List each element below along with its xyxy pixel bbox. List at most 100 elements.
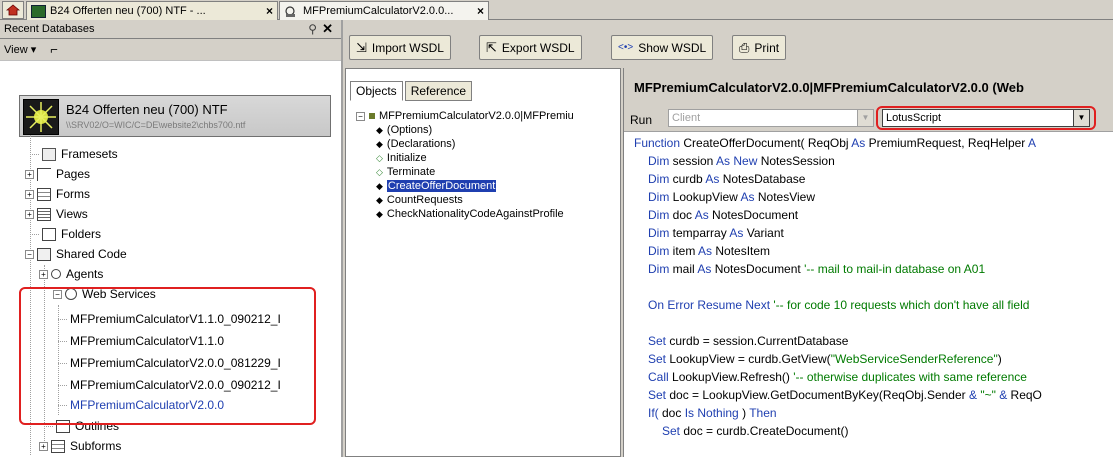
toolbar: ⇲ Import WSDL ⇱ Export WSDL <•> Show WSD… bbox=[345, 20, 1113, 68]
object-item[interactable]: ◆ (Options) bbox=[376, 123, 432, 137]
object-item[interactable]: ◇ Initialize bbox=[376, 151, 427, 165]
object-item[interactable]: ◆ (Declarations) bbox=[376, 137, 455, 151]
code-line[interactable]: Dim session As New NotesSession bbox=[648, 152, 835, 170]
tree-label: Shared Code bbox=[56, 247, 127, 261]
code-token: Set bbox=[648, 388, 670, 402]
show-wsdl-label: Show WSDL bbox=[638, 40, 707, 55]
tree-item-subforms[interactable]: + Subforms bbox=[39, 436, 121, 456]
collapse-icon[interactable]: − bbox=[25, 249, 34, 259]
import-wsdl-button[interactable]: ⇲ Import WSDL bbox=[349, 35, 451, 60]
object-item[interactable]: ◇ Terminate bbox=[376, 165, 435, 179]
code-line[interactable]: Function CreateOfferDocument( ReqObj As … bbox=[634, 134, 1036, 152]
object-item[interactable]: ◆ CheckNationalityCodeAgainstProfile bbox=[376, 207, 564, 221]
tree-label: Framesets bbox=[61, 147, 118, 161]
tree-item-agents[interactable]: + Agents bbox=[39, 264, 103, 284]
tree-item-shared-code[interactable]: − Shared Code bbox=[25, 244, 127, 264]
run-label: Run bbox=[630, 113, 653, 127]
view-bar: View ▾ ⌐ bbox=[0, 39, 341, 61]
code-line[interactable]: Dim doc As NotesDocument bbox=[648, 206, 798, 224]
code-line[interactable]: Dim temparray As Variant bbox=[648, 224, 784, 242]
code-token: Set bbox=[662, 424, 684, 438]
code-line[interactable]: On Error Resume Next '-- for code 10 req… bbox=[648, 296, 1029, 314]
objects-root[interactable]: − MFPremiumCalculatorV2.0.0|MFPremiu bbox=[356, 109, 574, 123]
expand-icon[interactable]: + bbox=[39, 269, 48, 279]
tab-web-service[interactable]: MFPremiumCalculatorV2.0.0... × bbox=[279, 1, 489, 20]
tree-label: Folders bbox=[61, 227, 102, 241]
code-token: Dim bbox=[648, 262, 673, 276]
code-token: '-- for code 10 requests which don't hav… bbox=[773, 298, 1030, 312]
new-folder-icon[interactable]: ⌐ bbox=[50, 42, 58, 57]
code-token: "WebServiceSenderReference" bbox=[830, 352, 998, 366]
code-token: doc = LookupView.GetDocumentByKey(ReqObj… bbox=[669, 388, 969, 402]
object-item-selected[interactable]: ◆ CreateOfferDocument bbox=[376, 179, 497, 193]
code-line[interactable]: Set curdb = session.CurrentDatabase bbox=[648, 332, 848, 350]
tree-item-views[interactable]: + Views bbox=[25, 204, 88, 224]
code-token: Function bbox=[634, 136, 684, 150]
code-token: NotesDatabase bbox=[722, 172, 806, 186]
collapse-icon[interactable]: − bbox=[356, 111, 365, 121]
code-line[interactable]: Call LookupView.Refresh() '-- otherwise … bbox=[648, 368, 1027, 386]
highlight-box bbox=[19, 287, 316, 425]
code-token: As bbox=[697, 262, 715, 276]
run-bar: Run Client ▼ LotusScript ▼ bbox=[624, 106, 1113, 132]
tab-objects[interactable]: Objects bbox=[350, 81, 403, 101]
form-icon bbox=[37, 187, 51, 201]
code-token: curdb = session.CurrentDatabase bbox=[669, 334, 849, 348]
expand-icon[interactable]: + bbox=[25, 189, 34, 199]
code-token: PremiumRequest, ReqHelper bbox=[868, 136, 1028, 150]
close-panel-icon[interactable]: ✕ bbox=[322, 21, 333, 37]
code-token: Dim bbox=[648, 172, 673, 186]
code-token: mail bbox=[672, 262, 698, 276]
expand-icon[interactable]: + bbox=[25, 169, 34, 179]
view-menu-button[interactable]: View ▾ bbox=[4, 43, 36, 56]
import-wsdl-label: Import WSDL bbox=[371, 40, 444, 55]
tree-item-folders[interactable]: Folders bbox=[30, 224, 101, 244]
database-card[interactable]: B24 Offerten neu (700) NTF \\SRV02/O=WIC… bbox=[19, 95, 331, 137]
close-icon[interactable]: × bbox=[266, 4, 273, 18]
code-line[interactable]: Set doc = LookupView.GetDocumentByKey(Re… bbox=[648, 386, 1042, 404]
code-area[interactable]: Function CreateOfferDocument( ReqObj As … bbox=[624, 134, 1113, 457]
tree-label: Subforms bbox=[70, 439, 122, 453]
run-target-select[interactable]: Client ▼ bbox=[668, 109, 874, 127]
code-token: LookupView.Refresh() bbox=[672, 370, 794, 384]
export-icon: ⇱ bbox=[486, 39, 497, 55]
tree-item-pages[interactable]: + Pages bbox=[25, 164, 90, 184]
code-token: '-- otherwise duplicates with same refer… bbox=[793, 370, 1027, 384]
code-line[interactable]: Dim LookupView As NotesView bbox=[648, 188, 815, 206]
diamond-icon: ◇ bbox=[376, 152, 383, 163]
home-button[interactable] bbox=[2, 1, 24, 19]
export-wsdl-button[interactable]: ⇱ Export WSDL bbox=[479, 35, 582, 60]
import-icon: ⇲ bbox=[356, 39, 367, 55]
tree-item-forms[interactable]: + Forms bbox=[25, 184, 90, 204]
frameset-icon bbox=[42, 147, 56, 161]
code-token: NotesItem bbox=[715, 244, 771, 258]
code-line[interactable]: Set LookupView = curdb.GetView("WebServi… bbox=[648, 350, 1002, 368]
code-token: Dim bbox=[648, 208, 673, 222]
code-line[interactable]: Dim mail As NotesDocument '-- mail to ma… bbox=[648, 260, 985, 278]
run-target-value: Client bbox=[672, 112, 701, 124]
code-line[interactable]: Dim item As NotesItem bbox=[648, 242, 770, 260]
notes-designer-window: B24 Offerten neu (700) NTF - ... × MFPre… bbox=[0, 0, 1113, 457]
service-icon bbox=[369, 113, 375, 119]
code-line[interactable]: Set doc = curdb.CreateDocument() bbox=[662, 422, 848, 440]
subform-icon bbox=[51, 439, 65, 453]
code-token: Dim bbox=[648, 244, 673, 258]
print-button[interactable]: ⎙ Print bbox=[732, 35, 787, 60]
code-token: As bbox=[694, 208, 713, 222]
diamond-icon: ◆ bbox=[376, 194, 383, 205]
tree-item-framesets[interactable]: Framesets bbox=[30, 144, 118, 164]
expand-icon[interactable]: + bbox=[25, 209, 34, 219]
code-token: If( bbox=[648, 406, 662, 420]
expand-icon[interactable]: + bbox=[39, 441, 48, 451]
code-token: doc bbox=[672, 208, 695, 222]
recent-databases-panel: Recent Databases ⚲ ✕ View ▾ ⌐ B24 Offert… bbox=[0, 20, 343, 457]
pin-icon[interactable]: ⚲ bbox=[308, 22, 317, 36]
objects-panel: Objects Reference − MFPremiumCalculatorV… bbox=[345, 68, 621, 457]
show-wsdl-button[interactable]: <•> Show WSDL bbox=[611, 35, 714, 60]
tab-reference[interactable]: Reference bbox=[404, 81, 473, 101]
code-line[interactable]: Dim curdb As NotesDatabase bbox=[648, 170, 805, 188]
object-item[interactable]: ◆ CountRequests bbox=[376, 193, 463, 207]
tab-database[interactable]: B24 Offerten neu (700) NTF - ... × bbox=[26, 1, 278, 20]
close-icon[interactable]: × bbox=[477, 4, 484, 18]
code-line[interactable]: If( doc Is Nothing ) Then bbox=[648, 404, 777, 422]
